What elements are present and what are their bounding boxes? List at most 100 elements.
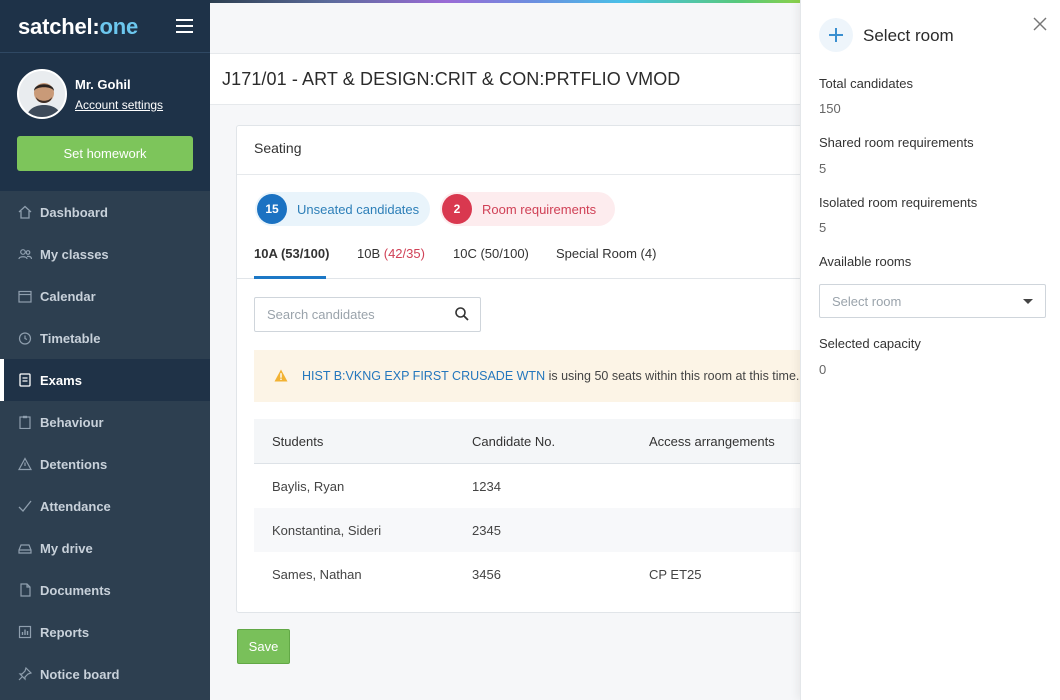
exam-icon <box>18 373 32 387</box>
clock-icon <box>18 331 32 345</box>
student-name: Konstantina, Sideri <box>272 523 382 538</box>
tab-special-room[interactable]: Special Room (4) <box>556 246 656 261</box>
sidebar-item-notice-board[interactable]: Notice board <box>0 653 210 695</box>
room-select-dropdown[interactable]: Select room <box>819 284 1046 318</box>
sidebar-item-label: Exams <box>40 372 82 388</box>
room-requirements-pill[interactable]: 2 Room requirements <box>440 192 615 226</box>
sidebar-item-label: Reports <box>40 624 90 640</box>
candidates-table: Students Candidate No. Access arrangemen… <box>254 419 800 596</box>
candidate-number: 2345 <box>472 523 501 538</box>
card-title: Seating <box>254 140 302 156</box>
isolated-requirements-label: Isolated room requirements <box>819 195 978 210</box>
divider <box>237 174 800 175</box>
pin-icon <box>18 667 32 681</box>
student-name: Sames, Nathan <box>272 567 362 582</box>
unseated-label: Unseated candidates <box>297 201 420 217</box>
user-name: Mr. Gohil <box>75 77 131 92</box>
sidebar-item-detentions[interactable]: Detentions <box>0 443 210 485</box>
requirements-count-badge: 2 <box>442 194 472 224</box>
alert-text: HIST B:VKNG EXP FIRST CRUSADE WTN is usi… <box>302 369 799 383</box>
save-button[interactable]: Save <box>237 629 290 664</box>
main-content: J171/01 - ART & DESIGN:CRIT & CON:PRTFLI… <box>210 3 800 700</box>
sidebar-item-behaviour[interactable]: Behaviour <box>0 401 210 443</box>
close-icon[interactable] <box>1033 17 1047 31</box>
set-homework-button[interactable]: Set homework <box>17 136 193 171</box>
sidebar-item-label: My drive <box>40 540 93 556</box>
tab-label: 10B <box>357 246 384 261</box>
table-row[interactable]: Sames, Nathan 3456 CP ET25 <box>254 552 800 596</box>
logo[interactable]: satchel:one <box>18 14 138 40</box>
home-icon <box>18 205 32 219</box>
column-header-students[interactable]: Students <box>272 434 323 449</box>
sidebar-item-dashboard[interactable]: Dashboard <box>0 191 210 233</box>
sidebar-item-label: Notice board <box>40 666 120 682</box>
candidate-number: 1234 <box>472 479 501 494</box>
sidebar-nav: Dashboard My classes Calendar Timetable … <box>0 191 210 695</box>
sidebar-item-label: Documents <box>40 582 111 598</box>
sidebar-item-label: My classes <box>40 246 109 262</box>
room-select-placeholder: Select room <box>832 294 902 309</box>
sidebar-item-label: Timetable <box>40 330 101 346</box>
student-name: Baylis, Ryan <box>272 479 345 494</box>
isolated-requirements-value: 5 <box>819 220 827 235</box>
selected-capacity-label: Selected capacity <box>819 336 921 351</box>
sidebar-header: satchel:one Mr. Gohil Account settings S… <box>0 0 210 191</box>
seat-alert: HIST B:VKNG EXP FIRST CRUSADE WTN is usi… <box>254 350 800 402</box>
sidebar-divider <box>0 52 210 53</box>
tab-10b[interactable]: 10B (42/35) <box>357 246 425 261</box>
access-arrangement: CP ET25 <box>649 567 702 582</box>
sidebar-item-my-classes[interactable]: My classes <box>0 233 210 275</box>
avatar <box>17 69 67 119</box>
hamburger-menu-icon[interactable] <box>176 19 193 33</box>
sidebar-item-label: Behaviour <box>40 414 104 430</box>
alert-message: is using 50 seats within this room at th… <box>545 369 800 383</box>
alert-exam-link[interactable]: HIST B:VKNG EXP FIRST CRUSADE WTN <box>302 369 545 383</box>
check-icon <box>18 499 32 513</box>
sidebar-item-label: Calendar <box>40 288 96 304</box>
calendar-icon <box>18 289 32 303</box>
requirements-label: Room requirements <box>482 201 597 217</box>
add-icon[interactable] <box>819 18 853 52</box>
panel-title: Select room <box>863 26 954 45</box>
active-tab-indicator <box>254 276 326 279</box>
shared-requirements-value: 5 <box>819 161 827 176</box>
search-input[interactable] <box>256 299 436 330</box>
sidebar-item-documents[interactable]: Documents <box>0 569 210 611</box>
warning-icon <box>18 457 32 471</box>
warning-icon <box>274 369 288 382</box>
sidebar-item-label: Detentions <box>40 456 108 472</box>
unseated-count-badge: 15 <box>257 194 287 224</box>
sidebar-item-timetable[interactable]: Timetable <box>0 317 210 359</box>
search-icon[interactable] <box>454 306 470 322</box>
sidebar-item-calendar[interactable]: Calendar <box>0 275 210 317</box>
table-header: Students Candidate No. Access arrangemen… <box>254 419 800 464</box>
available-rooms-label: Available rooms <box>819 254 912 269</box>
sidebar: satchel:one Mr. Gohil Account settings S… <box>0 0 210 700</box>
sidebar-item-label: Dashboard <box>40 204 108 220</box>
unseated-candidates-pill[interactable]: 15 Unseated candidates <box>255 192 430 226</box>
tab-10c[interactable]: 10C (50/100) <box>453 246 529 261</box>
drive-icon <box>18 541 32 555</box>
tab-10a[interactable]: 10A (53/100) <box>254 246 329 261</box>
table-row[interactable]: Baylis, Ryan 1234 <box>254 464 800 508</box>
sidebar-item-attendance[interactable]: Attendance <box>0 485 210 527</box>
table-row[interactable]: Konstantina, Sideri 2345 <box>254 508 800 552</box>
chevron-down-icon <box>1023 299 1033 304</box>
select-room-panel: Select room Total candidates 150 Shared … <box>800 0 1060 700</box>
sidebar-item-reports[interactable]: Reports <box>0 611 210 653</box>
tab-warning-count: (42/35) <box>383 246 425 261</box>
column-header-access-arrangements[interactable]: Access arrangements <box>649 434 775 449</box>
sidebar-item-label: Attendance <box>40 498 111 514</box>
account-settings-link[interactable]: Account settings <box>75 98 163 112</box>
page-title: J171/01 - ART & DESIGN:CRIT & CON:PRTFLI… <box>222 69 681 89</box>
clipboard-icon <box>18 415 32 429</box>
total-candidates-label: Total candidates <box>819 76 913 91</box>
total-candidates-value: 150 <box>819 101 841 116</box>
column-header-candidate-no[interactable]: Candidate No. <box>472 434 555 449</box>
sidebar-item-my-drive[interactable]: My drive <box>0 527 210 569</box>
users-icon <box>18 247 32 261</box>
search-box <box>254 297 481 332</box>
sidebar-item-exams[interactable]: Exams <box>0 359 210 401</box>
seating-card: Seating 15 Unseated candidates 2 Room re… <box>236 125 800 613</box>
selected-capacity-value: 0 <box>819 362 827 377</box>
